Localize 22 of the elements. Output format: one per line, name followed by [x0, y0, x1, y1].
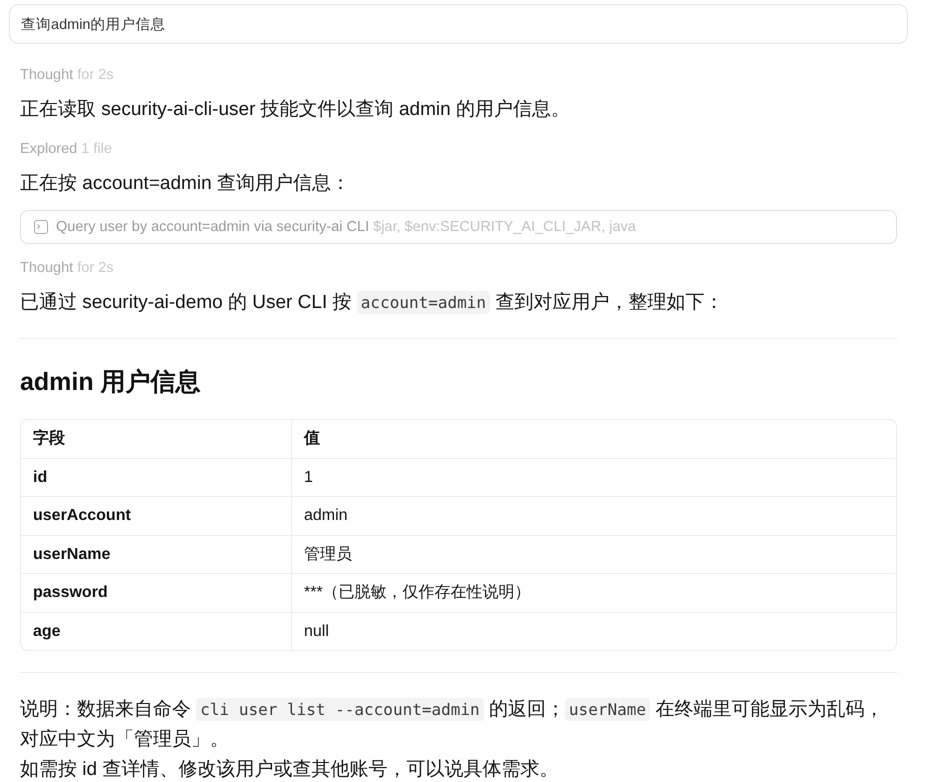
- message-text: 已通过 security-ai-demo 的 User CLI 按 account=admin 查到对应用户，整理如下：: [20, 290, 724, 316]
- terminal-icon: [34, 220, 48, 234]
- command-card[interactable]: Query user by account=admin via security-ai CLI $jar, $env:SECURITY_AI_CLI_JAR, java: [20, 210, 897, 244]
- message-text: 如需按 id 查详情、修改该用户或查其他账号，可以说具体需求。: [20, 758, 560, 782]
- message-text: 正在按 account=admin 查询用户信息：: [20, 172, 351, 196]
- section-heading: admin 用户信息: [20, 367, 202, 398]
- table-cell: userName: [21, 535, 292, 574]
- message-text: 正在读取 security-ai-cli-user 技能文件以查询 admin 的用户信息。: [20, 98, 571, 122]
- table-cell: password: [21, 574, 292, 612]
- table-cell: id: [21, 458, 292, 496]
- user-message: 查询admin的用户信息: [9, 4, 908, 44]
- command-text: Query user by account=admin via security-ai CLI $jar, $env:SECURITY_AI_CLI_JAR, java: [56, 219, 636, 235]
- table-cell: admin: [292, 496, 896, 535]
- column-header: 字段: [21, 420, 292, 458]
- table-cell: 1: [292, 458, 896, 496]
- table-cell: null: [292, 612, 896, 650]
- table-cell: 管理员: [292, 535, 896, 574]
- message-text: 说明：数据来自命令 cli user list --account=admin 的返回； userName 在终端里可能显示为乱码，对应中文为「管理员」。: [20, 697, 884, 752]
- table-cell: age: [21, 612, 292, 650]
- column-header: 值: [292, 420, 896, 458]
- table-cell: userAccount: [21, 496, 292, 535]
- table-cell: ***（已脱敏，仅作存在性说明）: [292, 574, 896, 612]
